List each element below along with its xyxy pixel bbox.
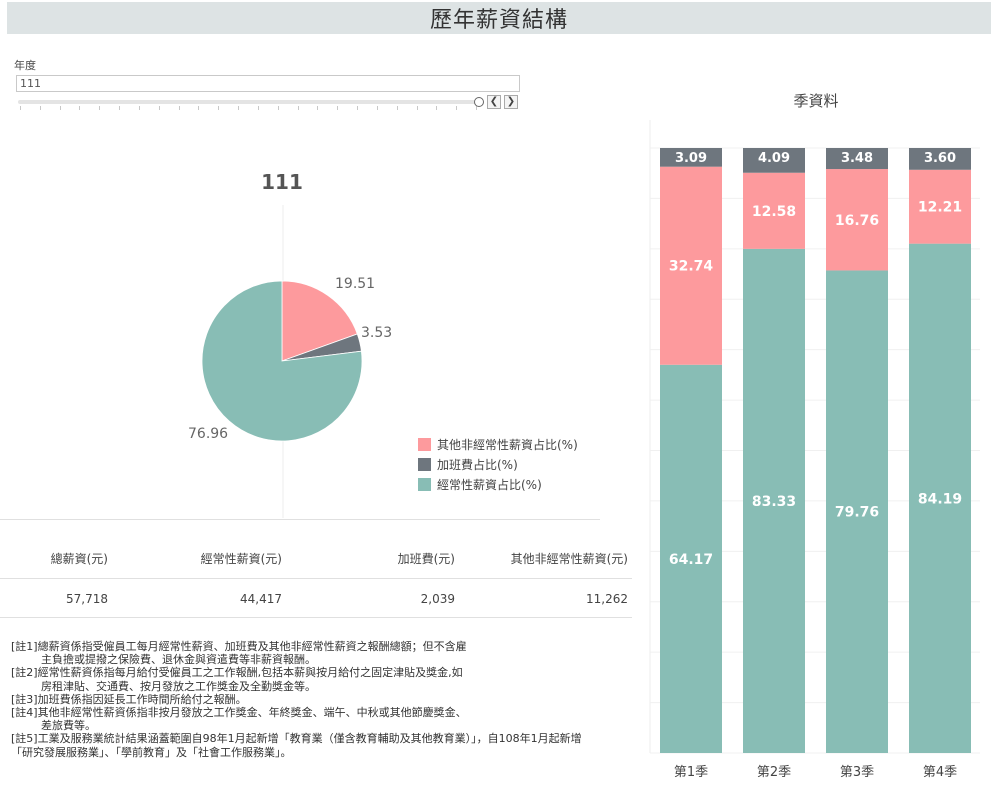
legend-label: 經常性薪資占比(%) (437, 477, 542, 492)
legend-swatch (418, 457, 431, 471)
footnotes: [註1]總薪資係指受僱員工每月經常性薪資、加班費及其他非經常性薪資之報酬總額；但… (11, 640, 641, 759)
legend-item[interactable]: 其他非經常性薪資占比(%) (418, 434, 578, 454)
table-divider (0, 578, 632, 579)
slider-tick (79, 106, 81, 110)
slider-tick (238, 106, 240, 110)
slider-tick (138, 106, 140, 110)
footnote-line: 主負擔或提撥之保險費、退休金與資遣費等非薪資報酬。 (41, 653, 316, 667)
slider-tick (297, 106, 299, 110)
slider-tick (416, 106, 418, 110)
year-slider-ticks (20, 106, 477, 110)
legend-swatch (418, 477, 431, 491)
slider-tick (436, 106, 438, 110)
pie-slice-label: 19.51 (335, 276, 375, 292)
table-divider (0, 617, 632, 618)
bar-value-label: 79.76 (835, 505, 879, 521)
footnote-line: [註2]經常性薪資係指每月給付受僱員工之工作報酬,包括本薪與按月給付之固定津貼及… (11, 666, 463, 680)
table-cell: 44,417 (240, 592, 282, 606)
chevron-left-icon: ❮ (489, 96, 499, 107)
bar-value-label: 83.33 (752, 494, 796, 510)
bar-value-label: 3.09 (675, 151, 707, 166)
bar-value-label: 3.48 (841, 151, 873, 166)
year-filter-label: 年度 (14, 59, 36, 72)
category-tick-label: 第2季 (757, 765, 791, 780)
slider-tick (59, 106, 61, 110)
divider (0, 519, 600, 520)
bar-value-label: 3.60 (924, 151, 956, 166)
slider-tick (357, 106, 359, 110)
bar-value-label: 16.76 (835, 213, 879, 229)
year-slider-thumb[interactable] (474, 97, 484, 107)
slider-tick (178, 106, 180, 110)
page-title: 歷年薪資結構 (7, 2, 991, 34)
slider-tick (456, 106, 458, 110)
category-tick-label: 第4季 (923, 765, 957, 780)
legend-item[interactable]: 加班費占比(%) (418, 454, 578, 474)
bar-value-label: 84.19 (918, 491, 962, 507)
pie-slice-label: 76.96 (188, 426, 228, 442)
slider-tick (99, 106, 101, 110)
slider-tick (396, 106, 398, 110)
slider-tick (317, 106, 319, 110)
bar-value-label: 64.17 (669, 552, 713, 568)
slider-tick (277, 106, 279, 110)
slider-tick (218, 106, 220, 110)
slider-tick (337, 106, 339, 110)
footnote-line: 房租津貼、交通費、按月發放之工作獎金及全勤獎金等。 (41, 679, 316, 693)
chevron-right-icon: ❯ (506, 96, 516, 107)
legend-label: 其他非經常性薪資占比(%) (437, 437, 578, 452)
table-cell: 11,262 (586, 592, 628, 606)
bar-value-label: 12.21 (918, 200, 962, 216)
table-header: 加班費(元) (397, 552, 455, 566)
slider-tick (119, 106, 121, 110)
next-year-button[interactable]: ❯ (504, 95, 518, 109)
quarter-stacked-bar-chart: 64.17 32.74 3.09 第1季 83.33 12.58 4.09 第2季 79.76 1… (649, 120, 980, 780)
bar-value-label: 12.58 (752, 204, 796, 220)
legend-swatch (418, 437, 431, 451)
quarter-chart-title: 季資料 (793, 92, 839, 110)
table-cell: 2,039 (420, 592, 455, 606)
pie-chart-title: 111 (261, 170, 303, 194)
footnote-line: [註5]工業及服務業統計結果涵蓋範圍自98年1月起新增「教育業（僅含教育輔助及其… (11, 732, 582, 746)
year-slider-track[interactable] (18, 100, 478, 104)
slider-tick (39, 106, 41, 110)
pie-slice-label: 3.53 (361, 325, 392, 341)
slider-tick (20, 106, 21, 110)
table-header: 經常性薪資(元) (200, 552, 282, 566)
category-tick-label: 第3季 (840, 765, 874, 780)
slider-tick (376, 106, 378, 110)
pie-legend: 其他非經常性薪資占比(%) 加班費占比(%) 經常性薪資占比(%) (418, 434, 578, 494)
bar-value-label: 4.09 (758, 151, 790, 166)
slider-tick (257, 106, 259, 110)
prev-year-button[interactable]: ❮ (487, 95, 501, 109)
slider-tick (198, 106, 200, 110)
category-tick-label: 第1季 (674, 765, 708, 780)
legend-item[interactable]: 經常性薪資占比(%) (418, 474, 578, 494)
year-filter-input[interactable] (16, 75, 520, 92)
table-header: 總薪資(元) (50, 552, 108, 566)
footnote-line: 「研究發展服務業」、「學前教育」及「社會工作服務業」。 (11, 745, 292, 759)
slider-tick (158, 106, 160, 110)
table-cell: 57,718 (66, 592, 108, 606)
legend-label: 加班費占比(%) (437, 457, 518, 472)
footnote-line: [註3]加班費係指因延長工作時間所給付之報酬。 (11, 692, 247, 706)
footnote-line: [註4]其他非經常性薪資係指非按月發放之工作獎金、年終獎金、端午、中秋或其他節慶… (11, 706, 467, 720)
footnote-line: 差旅費等。 (41, 719, 96, 733)
footnote-line: [註1]總薪資係指受僱員工每月經常性薪資、加班費及其他非經常性薪資之報酬總額；但… (11, 640, 467, 653)
table-header: 其他非經常性薪資(元) (510, 552, 628, 566)
bar-value-label: 32.74 (669, 259, 714, 275)
